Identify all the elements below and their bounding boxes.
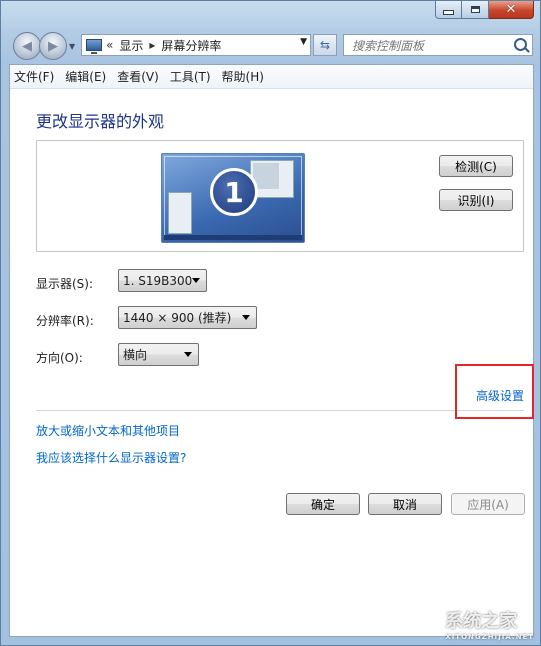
- navigation-bar: ◀ ▶ ▼ « 显示 ▸ 屏幕分辨率 ▼ ⇆: [11, 32, 533, 60]
- breadcrumb-screen-resolution[interactable]: 屏幕分辨率: [161, 37, 221, 54]
- monitor-preview-area: 1 检测(C) 识别(I): [36, 140, 524, 252]
- search-input[interactable]: [350, 38, 504, 54]
- chevron-down-icon: [192, 278, 200, 283]
- address-bar[interactable]: « 显示 ▸ 屏幕分辨率 ▼: [81, 34, 311, 56]
- caption-buttons: ✕: [435, 1, 534, 19]
- close-button[interactable]: ✕: [489, 1, 534, 19]
- desktop-window-thumbnail: [168, 192, 192, 234]
- minimize-icon: [443, 10, 454, 15]
- minimize-button[interactable]: [435, 1, 462, 19]
- taskbar-thumbnail: [164, 235, 302, 240]
- chevron-down-icon: [242, 315, 250, 320]
- watermark-text: 系统之家: [445, 611, 518, 632]
- display-value: 1. S19B300: [123, 273, 193, 288]
- menu-view[interactable]: 查看(V): [117, 68, 159, 85]
- cancel-button[interactable]: 取消: [368, 493, 442, 515]
- watermark-subtext: XITONGZHIJIA.NET: [445, 633, 534, 641]
- highlight-box: [455, 364, 534, 419]
- resolution-select[interactable]: 1440 × 900 (推荐): [118, 306, 257, 329]
- back-arrow-icon: ◀: [22, 38, 32, 54]
- menu-edit[interactable]: 编辑(E): [65, 68, 106, 85]
- identify-button[interactable]: 识别(I): [439, 189, 513, 211]
- orientation-label: 方向(O):: [36, 351, 83, 365]
- resolution-value: 1440 × 900 (推荐): [123, 311, 232, 325]
- maximize-icon: [470, 6, 480, 13]
- detect-button[interactable]: 检测(C): [439, 155, 513, 177]
- menu-help[interactable]: 帮助(H): [222, 68, 264, 85]
- refresh-button[interactable]: ⇆: [313, 34, 337, 56]
- divider: [36, 410, 524, 411]
- recent-pages-dropdown-icon[interactable]: ▼: [69, 42, 75, 51]
- chevron-down-icon: [184, 352, 192, 357]
- monitor-number: 1: [210, 168, 258, 216]
- forward-button[interactable]: ▶: [39, 32, 67, 60]
- display-label: 显示器(S):: [36, 277, 94, 291]
- text-size-link[interactable]: 放大或缩小文本和其他项目: [36, 422, 180, 439]
- content-pane: 文件(F) 编辑(E) 查看(V) 工具(T) 帮助(H) 更改显示器的外观 1…: [9, 64, 534, 637]
- maximize-button[interactable]: [462, 1, 489, 19]
- which-setting-link[interactable]: 我应该选择什么显示器设置?: [36, 449, 186, 466]
- page-title: 更改显示器的外观: [36, 112, 165, 131]
- display-icon: [86, 39, 102, 54]
- monitor-1-thumbnail[interactable]: 1: [161, 153, 305, 243]
- resolution-label: 分辨率(R):: [36, 314, 94, 328]
- address-dropdown-icon[interactable]: ▼: [300, 37, 307, 47]
- orientation-select[interactable]: 横向: [118, 343, 199, 366]
- back-button[interactable]: ◀: [13, 32, 41, 60]
- control-panel-window: ✕ ◀ ▶ ▼ « 显示 ▸ 屏幕分辨率 ▼ ⇆ 文件(F) 编辑(E) 查看(…: [0, 0, 541, 646]
- watermark: 系统之家 XITONGZHIJIA.NET: [445, 607, 534, 641]
- breadcrumb-overflow[interactable]: «: [106, 38, 113, 52]
- menu-file[interactable]: 文件(F): [14, 68, 54, 85]
- search-icon[interactable]: [514, 38, 527, 51]
- ok-button[interactable]: 确定: [286, 493, 360, 515]
- breadcrumb-display[interactable]: 显示: [119, 37, 143, 54]
- display-select[interactable]: 1. S19B300: [118, 269, 207, 292]
- refresh-icon: ⇆: [319, 38, 331, 52]
- breadcrumb-separator[interactable]: ▸: [149, 38, 155, 52]
- close-icon: ✕: [505, 2, 517, 17]
- search-box[interactable]: [343, 34, 533, 56]
- apply-button[interactable]: 应用(A): [451, 493, 525, 515]
- menu-tools[interactable]: 工具(T): [170, 68, 211, 85]
- orientation-value: 横向: [123, 348, 148, 362]
- menu-bar: 文件(F) 编辑(E) 查看(V) 工具(T) 帮助(H): [10, 65, 533, 89]
- forward-arrow-icon: ▶: [48, 38, 58, 54]
